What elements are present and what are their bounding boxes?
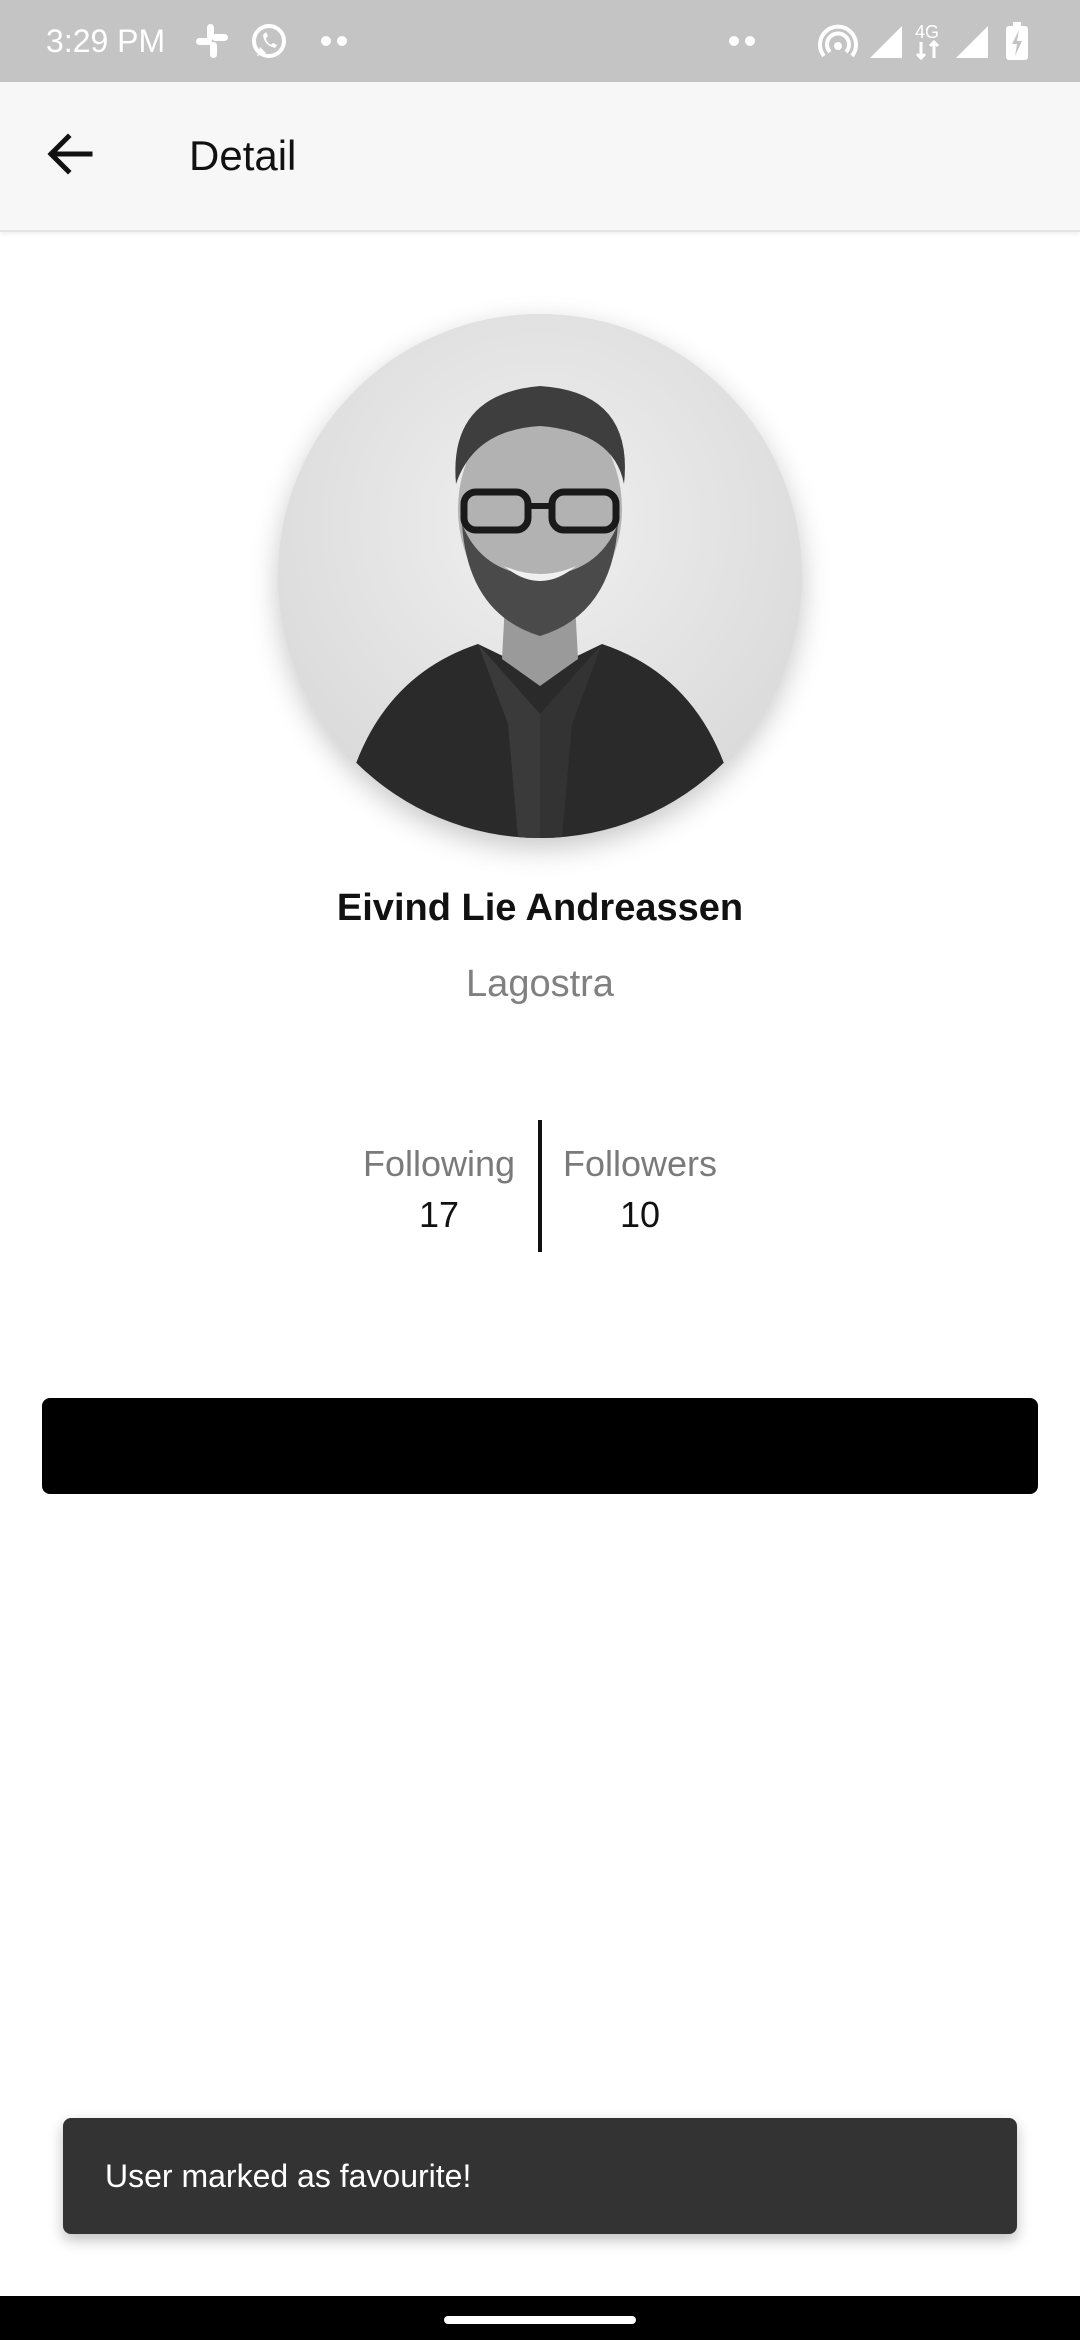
home-handle[interactable] bbox=[444, 2316, 636, 2324]
following-label: Following bbox=[362, 1143, 516, 1184]
status-bar: 3:29 PM 4G bbox=[0, 0, 1080, 82]
detail-screen: 3:29 PM 4G Detail Eivind Lie Andreassen … bbox=[0, 0, 1080, 2340]
user-photo bbox=[278, 314, 802, 838]
4g-icon: 4G bbox=[912, 20, 946, 62]
slack-icon bbox=[192, 20, 232, 62]
page-title: Detail bbox=[189, 132, 297, 179]
hotspot-icon bbox=[818, 20, 858, 62]
followers-count: 10 bbox=[619, 1194, 661, 1235]
avatar bbox=[278, 314, 802, 838]
svg-text:4G: 4G bbox=[915, 22, 939, 42]
user-company: Lagostra bbox=[466, 963, 614, 1005]
more-notifications-icon bbox=[726, 20, 758, 62]
arrow-back-icon bbox=[44, 128, 96, 185]
navigation-bar bbox=[0, 2296, 1080, 2340]
battery-charging-icon bbox=[1004, 20, 1030, 62]
more-notifications-icon bbox=[318, 20, 350, 62]
action-button[interactable] bbox=[42, 1398, 1038, 1494]
signal-icon bbox=[868, 20, 904, 62]
app-bar: Detail bbox=[0, 82, 1080, 232]
followers-label: Followers bbox=[562, 1143, 718, 1184]
snackbar: User marked as favourite! bbox=[63, 2118, 1017, 2234]
user-name: Eivind Lie Andreassen bbox=[336, 887, 744, 929]
status-time: 3:29 PM bbox=[46, 23, 166, 59]
following-count: 17 bbox=[418, 1194, 460, 1235]
whatsapp-icon bbox=[248, 20, 290, 62]
following-stat: Following 17 bbox=[339, 1138, 539, 1240]
back-button[interactable] bbox=[30, 116, 110, 196]
followers-stat: Followers 10 bbox=[540, 1138, 740, 1240]
snackbar-message: User marked as favourite! bbox=[105, 2158, 472, 2194]
signal-icon bbox=[954, 20, 990, 62]
